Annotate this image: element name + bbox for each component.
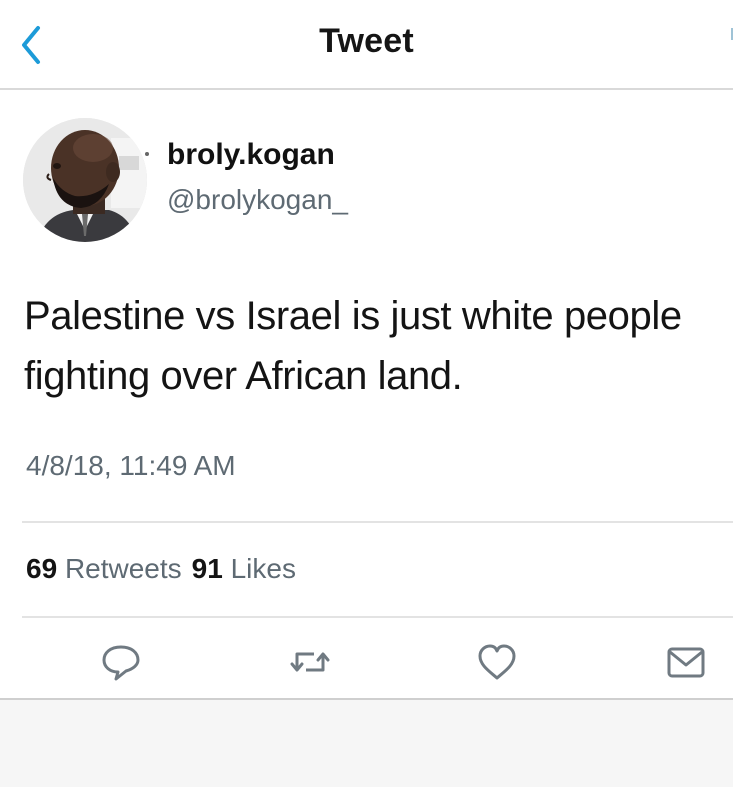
reply-button[interactable]	[99, 640, 143, 684]
author-name[interactable]: broly.kogan	[167, 138, 335, 172]
tweet-text: Palestine vs Israel is just white people…	[24, 294, 682, 398]
divider-bottom	[22, 616, 733, 618]
retweets-label: Retweets	[64, 553, 182, 584]
page-title: Tweet	[319, 22, 414, 60]
share-button[interactable]	[664, 640, 708, 684]
likes-label: Likes	[230, 553, 296, 584]
like-button[interactable]	[475, 640, 519, 684]
envelope-icon	[667, 647, 705, 678]
speech-bubble-icon	[102, 645, 140, 681]
likes-count: 91	[191, 553, 223, 584]
reply-area-background	[0, 700, 733, 787]
retweets-count: 69	[26, 553, 58, 584]
retweets-stat[interactable]: 69 Retweets	[26, 553, 182, 584]
divider-top	[22, 521, 733, 523]
retweet-button[interactable]	[288, 640, 332, 684]
avatar[interactable]	[23, 118, 147, 242]
engagement-stats: 69 Retweets 91 Likes	[26, 553, 296, 585]
profile-photo	[23, 118, 147, 242]
author-handle[interactable]: @brolykogan_	[167, 184, 348, 216]
tweet-timestamp: 4/8/18, 11:49 AM	[26, 450, 236, 481]
likes-stat[interactable]: 91 Likes	[192, 553, 296, 584]
navigation-bar: Tweet	[0, 0, 733, 90]
separator-dot	[145, 152, 149, 156]
retweet-arrows-icon	[290, 652, 330, 672]
tweet-detail-screen: Tweet broly.kogan @brolykogan_ Palestine…	[0, 0, 733, 787]
heart-icon	[478, 644, 516, 680]
